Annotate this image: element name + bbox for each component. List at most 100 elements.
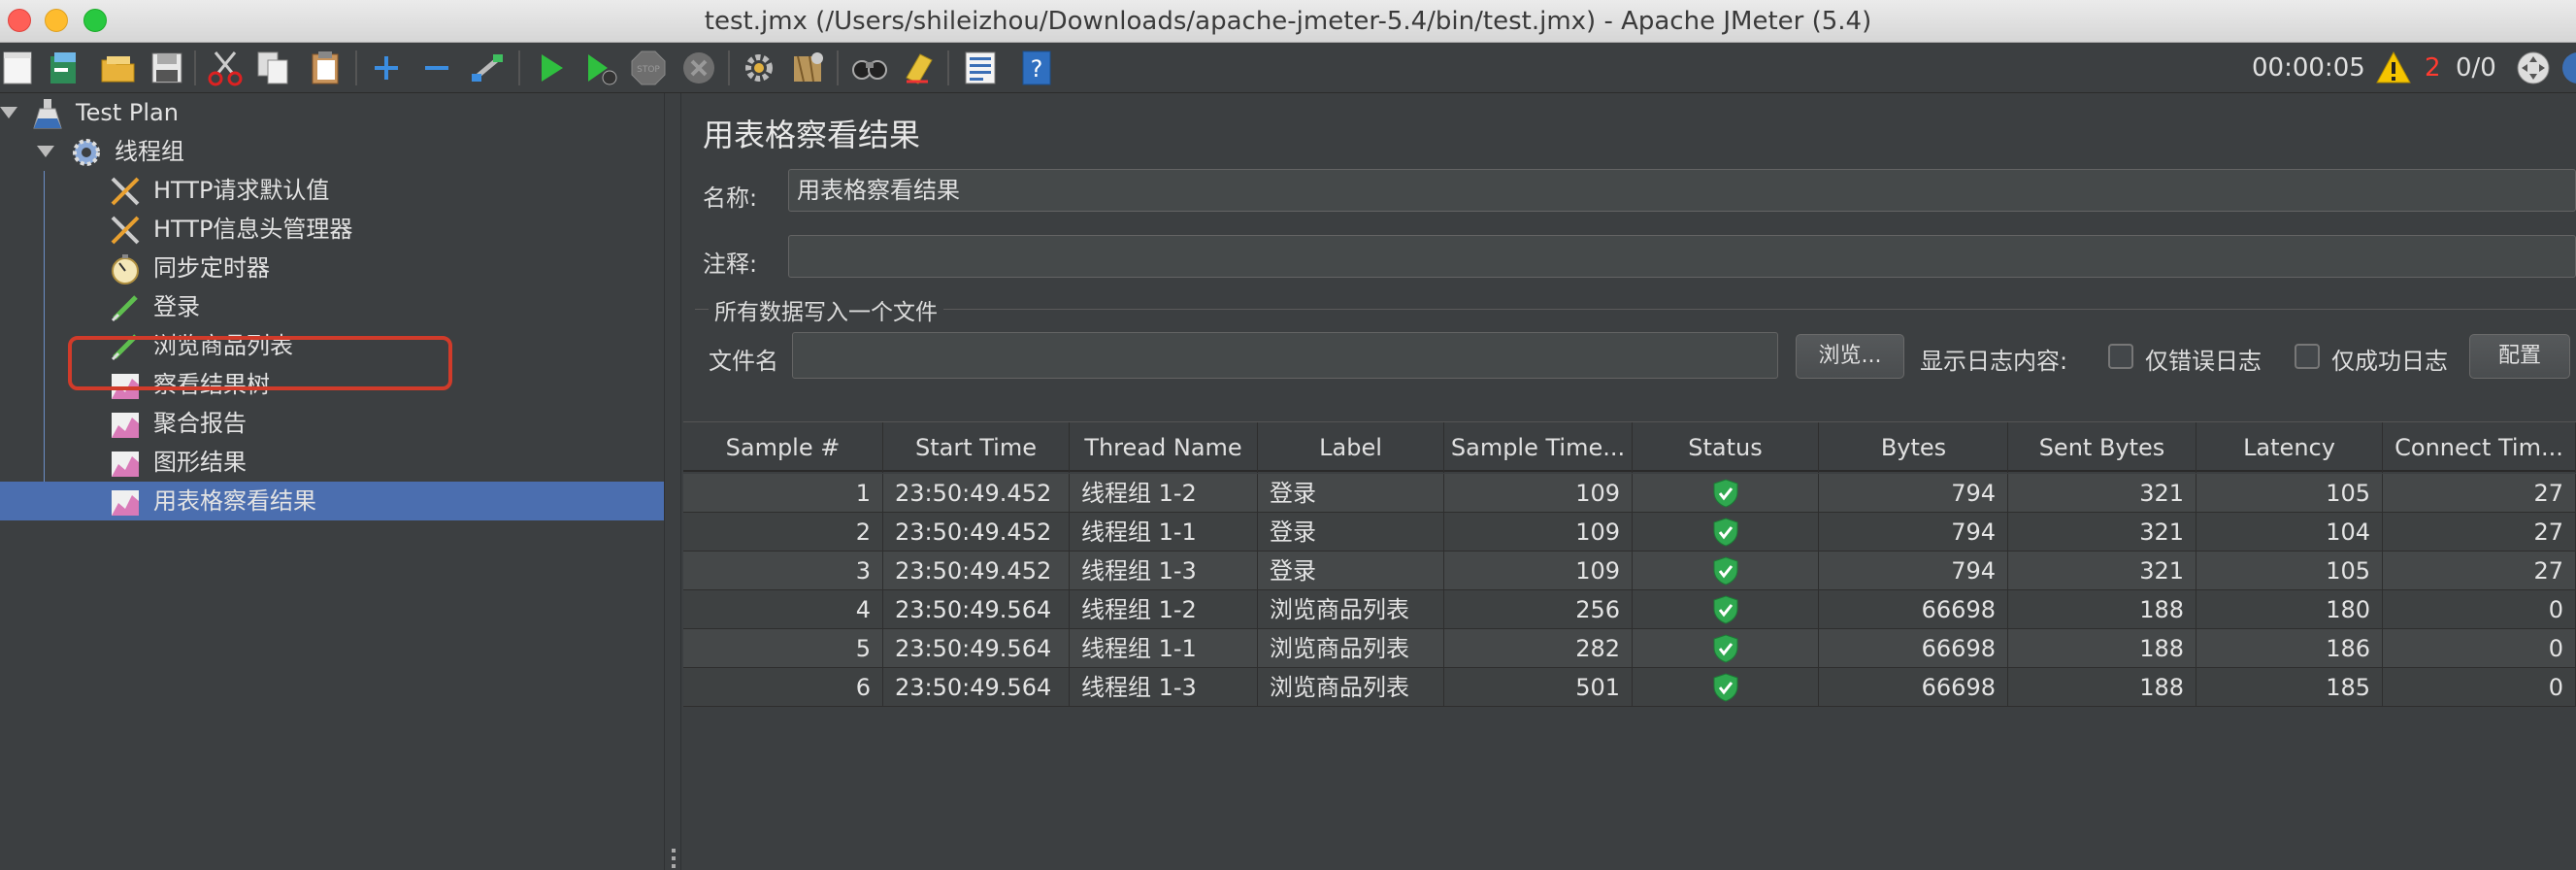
stop-icon[interactable]: STOP [629,49,668,87]
start-no-pause-icon[interactable] [580,49,619,87]
label-col-header[interactable]: Label [1258,422,1444,473]
thread-name-col-header[interactable]: Thread Name [1070,422,1258,473]
title-bar: test.jmx (/Users/shileizhou/Downloads/ap… [0,0,2576,43]
status-cell [1633,552,1819,590]
svg-text:?: ? [1031,55,1043,83]
latency-col-header[interactable]: Latency [2196,422,2383,473]
clear-icon[interactable] [740,49,778,87]
sample-time-cell: 109 [1444,474,1633,513]
sample-col-header[interactable]: Sample # [683,422,883,473]
label-cell: 登录 [1258,513,1444,552]
table-row[interactable]: 6 23:50:49.564 线程组 1-3 浏览商品列表 501 66698 188 185… [683,668,2576,707]
label-cell: 登录 [1258,474,1444,513]
bytes-cell: 66698 [1820,629,2008,668]
log-content-label: 显示日志内容: [1920,348,2068,375]
table-row[interactable]: 3 23:50:49.452 线程组 1-3 登录 109 794 321 105 27 [683,552,2576,590]
warning-icon[interactable] [2374,49,2413,87]
collapse-icon[interactable] [417,49,456,87]
open-icon[interactable] [99,49,138,87]
tree-item-login[interactable]: 登录 [0,287,664,326]
connect-time-col-header[interactable]: Connect Tim... [2383,422,2576,473]
latency-cell: 104 [2196,513,2383,552]
tree-item-header-manager[interactable]: HTTP信息头管理器 [0,210,664,249]
tree-item-thread-group[interactable]: 线程组 [0,132,664,171]
start-time-col-header[interactable]: Start Time [883,422,1070,473]
status-cell [1633,513,1819,552]
status-cell [1633,590,1819,629]
success-only-checkbox[interactable] [2295,344,2320,369]
start-time-cell: 23:50:49.564 [883,590,1070,629]
name-field[interactable]: 用表格察看结果 [788,169,2576,212]
latency-cell: 105 [2196,474,2383,513]
expand-arrow-icon[interactable] [0,107,17,118]
new-file-icon[interactable] [0,49,39,87]
graph-icon [109,447,142,480]
sample-time-col-header[interactable]: Sample Time... [1444,422,1633,473]
filename-input[interactable] [792,332,1778,379]
table-row[interactable]: 1 23:50:49.452 线程组 1-2 登录 109 794 321 105 27 [683,474,2576,513]
expand-arrow-icon[interactable] [37,146,54,157]
status-col-header[interactable]: Status [1633,422,1819,473]
start-time-cell: 23:50:49.564 [883,629,1070,668]
start-icon[interactable] [532,49,571,87]
tree-item-table-results[interactable]: 用表格察看结果 [0,482,664,520]
toolbar-separator [728,50,730,85]
toggle-icon[interactable] [468,49,507,87]
tree-item-label: 用表格察看结果 [153,487,316,515]
toolbar-separator [518,50,520,85]
thread-name-cell: 线程组 1-2 [1070,590,1258,629]
success-shield-icon [1713,556,1737,586]
window-title: test.jmx (/Users/shileizhou/Downloads/ap… [704,7,1872,36]
latency-cell: 186 [2196,629,2383,668]
remote-status-icon[interactable] [2514,49,2553,87]
connect-time-cell: 0 [2383,590,2576,629]
help-icon[interactable]: ? [1017,49,1056,87]
sample-time-cell: 109 [1444,513,1633,552]
clear-all-icon[interactable] [788,49,827,87]
splitter-grip [672,849,676,853]
sent-bytes-cell: 321 [2008,513,2196,552]
thread-name-cell: 线程组 1-3 [1070,668,1258,707]
expand-icon[interactable] [367,49,406,87]
table-row[interactable]: 5 23:50:49.564 线程组 1-1 浏览商品列表 282 66698 188 186… [683,629,2576,668]
stopwatch-icon [109,252,142,285]
wrench-icon [109,214,142,247]
tree-item-test-plan[interactable]: Test Plan [0,93,664,132]
connect-time-cell: 27 [2383,513,2576,552]
browse-button[interactable]: 浏览... [1796,334,1904,379]
tree-item-http-defaults[interactable]: HTTP请求默认值 [0,171,664,210]
save-icon[interactable] [148,49,186,87]
start-time-cell: 23:50:49.564 [883,668,1070,707]
connect-time-cell: 0 [2383,668,2576,707]
latency-cell: 185 [2196,668,2383,707]
table-row[interactable]: 2 23:50:49.452 线程组 1-1 登录 109 794 321 104 27 [683,513,2576,552]
function-helper-icon[interactable] [961,49,1000,87]
bytes-col-header[interactable]: Bytes [1820,422,2008,473]
comment-field[interactable] [788,235,2576,278]
sent-bytes-cell: 188 [2008,629,2196,668]
toolbar-separator [194,50,196,85]
templates-icon[interactable] [45,49,83,87]
split-pane-divider[interactable] [664,93,681,870]
shutdown-icon[interactable] [679,49,718,87]
tree-item-aggregate-report[interactable]: 聚合报告 [0,404,664,443]
sent-bytes-col-header[interactable]: Sent Bytes [2008,422,2196,473]
start-time-cell: 23:50:49.452 [883,513,1070,552]
search-icon[interactable] [850,49,889,87]
warning-count: 2 [2425,53,2441,83]
log-viewer-icon[interactable] [2559,49,2576,87]
errors-only-checkbox[interactable] [2108,344,2133,369]
configure-button[interactable]: 配置 [2469,334,2570,379]
tree-item-sync-timer[interactable]: 同步定时器 [0,249,664,287]
reset-search-icon[interactable] [899,49,938,87]
tree-item-graph-results[interactable]: 图形结果 [0,443,664,482]
sample-cell: 3 [683,552,883,590]
success-shield-icon [1713,673,1737,702]
tree-item-label: 聚合报告 [153,410,247,437]
cut-icon[interactable] [206,49,245,87]
table-row[interactable]: 4 23:50:49.564 线程组 1-2 浏览商品列表 256 66698 188 180… [683,590,2576,629]
copy-icon[interactable] [254,49,293,87]
sample-cell: 4 [683,590,883,629]
paste-icon[interactable] [307,49,346,87]
connect-time-cell: 27 [2383,552,2576,590]
